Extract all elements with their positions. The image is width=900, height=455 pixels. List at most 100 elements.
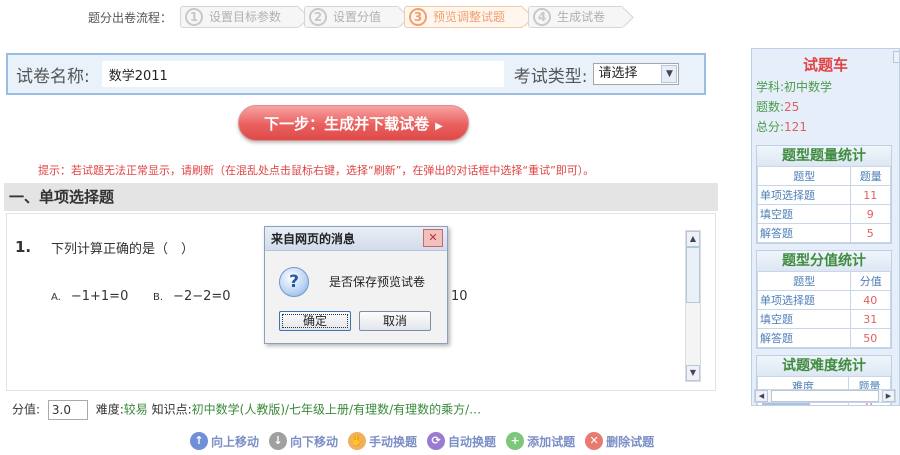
- dialog-title-bar[interactable]: 来自网页的消息 ✕: [265, 227, 447, 251]
- paper-name-label: 试卷名称:: [16, 66, 90, 87]
- cart-subject: 学科:初中数学: [756, 77, 899, 97]
- table-row: 单项选择题 11: [756, 185, 891, 205]
- ok-button[interactable]: 确定: [279, 311, 351, 331]
- scroll-left-icon[interactable]: ◀: [755, 390, 768, 402]
- choice-b: B. −2−2=0: [153, 289, 231, 304]
- type-cell: 填空题: [756, 204, 852, 224]
- action-label: 删除试题: [606, 434, 655, 449]
- action-label: 添加试题: [527, 434, 576, 449]
- table-row: 填空题 9: [756, 204, 891, 224]
- test-cart: 试题车 学科:初中数学 题数:25 总分:121 题型题量统计 题型 题量 单项…: [751, 48, 900, 406]
- next-button-label: 下一步：生成并下载试卷: [264, 115, 430, 133]
- value-cell: 40: [850, 290, 891, 310]
- subject-value: 初中数学: [784, 80, 833, 94]
- dialog-message: 是否保存预览试卷: [329, 275, 426, 289]
- type-cell: 解答题: [756, 328, 852, 348]
- choice-letter: B.: [153, 292, 164, 303]
- step-label: 设置目标参数: [209, 10, 282, 24]
- step-preview[interactable]: 3 预览调整试题: [404, 6, 525, 28]
- hand-swap-icon: ✋: [348, 432, 367, 450]
- section-title: 一、单项选择题: [4, 183, 718, 211]
- play-arrow-icon: ▶: [435, 121, 443, 132]
- choice-text: 10: [451, 289, 468, 304]
- manual-swap-button[interactable]: ✋ 手动换题: [348, 432, 417, 450]
- scroll-right-icon[interactable]: ▶: [882, 390, 895, 402]
- down-arrow-icon: ↓: [269, 432, 288, 450]
- question-scrollbar[interactable]: ▲ ▼: [685, 230, 701, 382]
- move-up-button[interactable]: ↑ 向上移动: [190, 432, 259, 450]
- count-label: 题数:: [756, 100, 785, 114]
- action-label: 向上移动: [211, 434, 260, 449]
- scroll-down-icon[interactable]: ▼: [686, 365, 700, 381]
- step-generate[interactable]: 4 生成试卷: [528, 6, 625, 28]
- scroll-up-icon[interactable]: ▲: [686, 231, 700, 247]
- score-stats-block: 题型分值统计 题型 分值 单项选择题 40 填空题 31 解答题 50: [756, 250, 892, 349]
- action-label: 自动换题: [448, 434, 497, 449]
- value-cell: 11: [850, 185, 891, 205]
- column-header: 分值: [850, 271, 891, 291]
- table-row: 解答题 50: [756, 328, 891, 348]
- cancel-button[interactable]: 取消: [359, 311, 431, 331]
- column-header: 题量: [850, 166, 891, 186]
- action-label: 向下移动: [290, 434, 339, 449]
- type-cell: 单项选择题: [756, 185, 852, 205]
- next-generate-button[interactable]: 下一步：生成并下载试卷 ▶: [238, 105, 469, 141]
- count-stats-title: 题型题量统计: [757, 146, 891, 166]
- type-cell: 单项选择题: [756, 290, 852, 310]
- table-row: 解答题 5: [756, 223, 891, 243]
- exam-type-label: 考试类型:: [513, 66, 588, 87]
- choice-partial: 10: [451, 289, 468, 304]
- process-steps: 题分出卷流程： 1 设置目标参数 2 设置分值 3 预览调整试题 4 生成试卷: [88, 4, 628, 30]
- value-cell: 31: [850, 309, 891, 329]
- auto-swap-button[interactable]: ⟳ 自动换题: [427, 432, 496, 450]
- step-number: 2: [309, 8, 328, 26]
- table-row: 单项选择题 40: [756, 290, 891, 310]
- score-label: 分值:: [12, 402, 41, 417]
- exam-type-select[interactable]: 请选择 ▼: [593, 63, 680, 85]
- cart-count: 题数:25: [756, 97, 899, 117]
- question-actions: ↑ 向上移动 ↓ 向下移动 ✋ 手动换题 ⟳ 自动换题 + 添加试题 ✕ 删除试…: [190, 432, 654, 450]
- count-stats-table: 题型 题量 单项选择题 11 填空题 9 解答题 5: [756, 166, 891, 243]
- difficulty-label: 难度:: [95, 402, 124, 417]
- type-cell: 解答题: [756, 223, 852, 243]
- refresh-tip: 提示：若试题无法正常显示，请刷新（在混乱处点击鼠标右键，选择“刷新”，在弹出的对…: [38, 164, 595, 177]
- step-number: 3: [409, 8, 428, 26]
- scroll-thumb[interactable]: [771, 390, 879, 402]
- step-set-params[interactable]: 1 设置目标参数: [180, 6, 301, 28]
- delete-icon: ✕: [585, 432, 604, 450]
- table-row: 填空题 31: [756, 309, 891, 329]
- cart-horizontal-scrollbar[interactable]: ◀ ▶: [754, 389, 896, 403]
- action-label: 手动换题: [369, 434, 418, 449]
- delete-question-button[interactable]: ✕ 删除试题: [585, 432, 654, 450]
- type-cell: 填空题: [756, 309, 852, 329]
- choice-text: −2−2=0: [173, 289, 231, 304]
- score-stats-title: 题型分值统计: [757, 251, 891, 271]
- question-mark-icon: ?: [279, 267, 309, 297]
- knowledge-value[interactable]: 初中数学(人教版)/七年级上册/有理数/有理数的乘方/…: [192, 403, 482, 417]
- add-question-button[interactable]: + 添加试题: [506, 432, 575, 450]
- value-cell: 50: [850, 328, 891, 348]
- dialog-title: 来自网页的消息: [271, 232, 356, 246]
- value-cell: 9: [850, 204, 891, 224]
- steps-label: 题分出卷流程：: [88, 10, 173, 25]
- scroll-thumb[interactable]: [686, 247, 700, 303]
- choice-letter: A.: [51, 292, 61, 303]
- step-label: 生成试卷: [557, 10, 606, 24]
- paper-name-input[interactable]: [101, 61, 504, 87]
- paper-name-bar: 试卷名称: 考试类型: 请选择 ▼: [6, 53, 706, 95]
- move-down-button[interactable]: ↓ 向下移动: [269, 432, 338, 450]
- cart-title: 试题车: [802, 56, 848, 74]
- step-label: 预览调整试题: [433, 10, 506, 24]
- cart-total: 总分:121: [756, 117, 899, 137]
- chevron-down-icon[interactable]: ▼: [661, 65, 678, 83]
- step-set-scores[interactable]: 2 设置分值: [304, 6, 401, 28]
- confirm-dialog: 来自网页的消息 ✕ ? 是否保存预览试卷 确定 取消: [264, 226, 448, 344]
- step-number: 1: [185, 8, 204, 26]
- question-text: 下列计算正确的是（ ）: [51, 242, 195, 257]
- knowledge-label: 知识点:: [151, 402, 192, 417]
- close-icon[interactable]: ✕: [423, 229, 443, 247]
- difficulty-stats-title: 试题难度统计: [757, 356, 891, 376]
- scroll-up-icon[interactable]: [893, 51, 899, 63]
- count-value: 25: [784, 100, 800, 114]
- score-input[interactable]: 3.0: [47, 400, 88, 420]
